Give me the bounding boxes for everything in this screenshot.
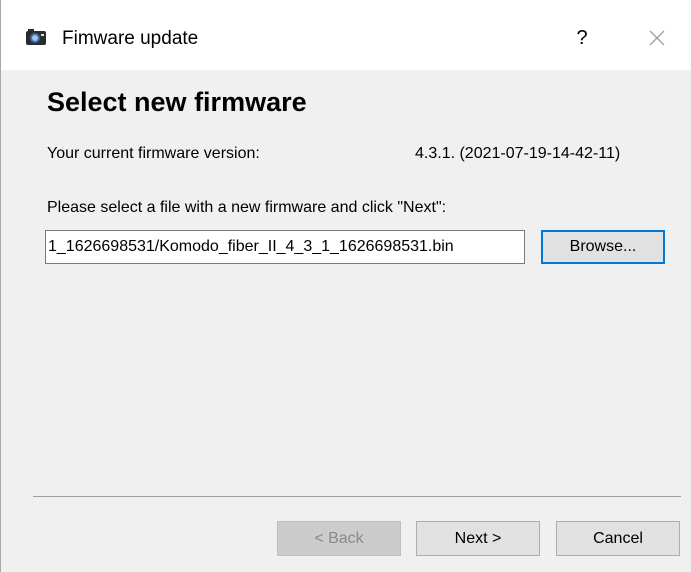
help-button[interactable]: ? <box>564 22 600 54</box>
firmware-file-path-input[interactable]: 1_1626698531/Komodo_fiber_II_4_3_1_16266… <box>45 230 525 264</box>
browse-button[interactable]: Browse... <box>541 230 665 264</box>
camera-icon <box>26 29 46 45</box>
back-button[interactable]: < Back <box>277 521 401 556</box>
current-version-label: Your current firmware version: <box>47 145 260 162</box>
select-file-instruction: Please select a file with a new firmware… <box>47 199 447 216</box>
current-version-value: 4.3.1. (2021-07-19-14-42-11) <box>415 145 621 162</box>
title-bar[interactable]: Fimware update ? <box>1 0 691 70</box>
window-title: Fimware update <box>62 28 199 49</box>
firmware-update-dialog: Fimware update ? Select new firmware You… <box>0 0 691 572</box>
close-icon[interactable] <box>637 22 677 54</box>
footer-divider <box>33 496 681 497</box>
cancel-button[interactable]: Cancel <box>556 521 680 556</box>
next-button[interactable]: Next > <box>416 521 540 556</box>
page-title: Select new firmware <box>47 87 307 117</box>
